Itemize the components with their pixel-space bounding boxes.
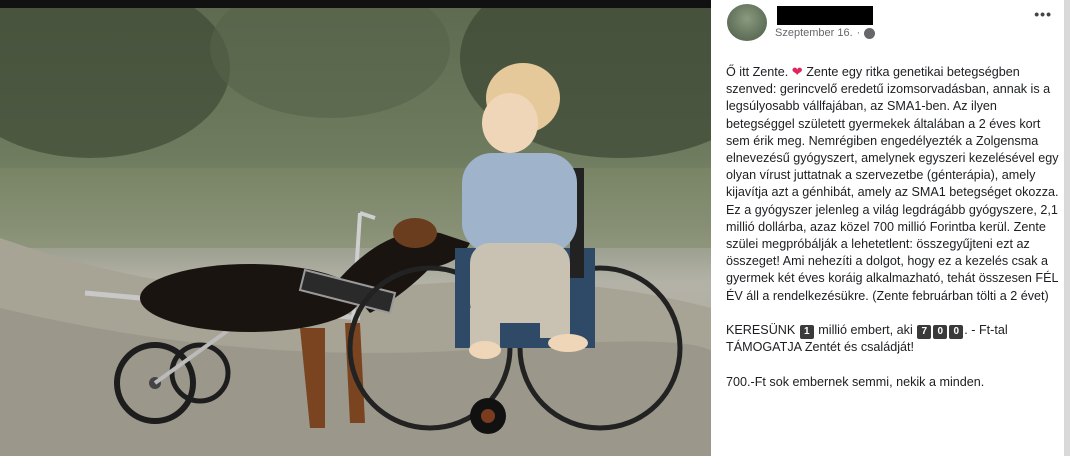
heart-icon: ❤ [791,64,803,79]
keycap-number: 0 [949,325,964,340]
post-text-paragraph-3: 700.-Ft sok embernek semmi, nekik a mind… [726,374,985,389]
post-text-p2-b: millió embert, aki [814,323,917,338]
post-date[interactable]: Szeptember 16. [775,27,853,39]
globe-icon[interactable] [864,27,876,39]
post-body: Ő itt Zente. ❤ Zente egy ritka genetikai… [726,63,1061,391]
keycap-number: 0 [933,325,948,340]
photo-scene [0,8,711,456]
avatar[interactable] [727,4,767,41]
keycap-number: 1 [799,325,814,340]
post-text-intro: Ő itt Zente. [726,65,792,79]
scrollbar[interactable] [1064,0,1070,456]
keycap-number: 7 [917,325,932,340]
post-photo[interactable] [0,0,711,456]
post-meta: Szeptember 16. · [775,27,876,39]
more-options-icon[interactable]: ••• [1034,6,1052,22]
dot-separator: · [856,27,861,39]
photo-top-bar [0,0,711,8]
post-text-p2-a: KERESÜNK [726,323,799,338]
redacted-author-name [777,6,873,25]
post-text-paragraph-1: Zente egy ritka genetikai betegségben sz… [726,65,1063,303]
post-panel: Szeptember 16. · ••• Ő itt Zente. ❤ Zent… [711,0,1070,456]
